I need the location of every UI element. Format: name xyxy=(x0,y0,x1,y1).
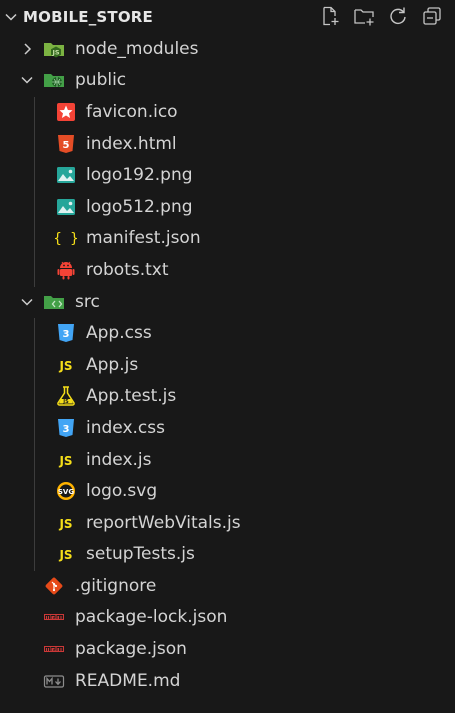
refresh-icon[interactable] xyxy=(387,5,409,27)
tree-item-label: setupTests.js xyxy=(86,544,195,565)
node-folder-icon: JS xyxy=(43,38,65,60)
tree-file-app-css[interactable]: 3 App.css xyxy=(0,317,455,349)
tree-file-logo192[interactable]: logo192.png xyxy=(0,159,455,191)
image-icon xyxy=(55,196,77,218)
js-icon: JS xyxy=(55,543,77,565)
test-js-icon: JS xyxy=(55,385,77,407)
new-file-icon[interactable] xyxy=(319,5,341,27)
explorer-actions xyxy=(319,5,443,27)
tree-file-logo512[interactable]: logo512.png xyxy=(0,191,455,223)
tree-file-favicon[interactable]: favicon.ico xyxy=(0,96,455,128)
svg-icon: SVG xyxy=(55,480,77,502)
tree-item-label: App.js xyxy=(86,354,139,375)
tree-file-index-js[interactable]: JS index.js xyxy=(0,444,455,476)
tree-file-manifest[interactable]: { } manifest.json xyxy=(0,223,455,255)
src-folder-icon xyxy=(43,291,65,313)
markdown-icon xyxy=(43,670,65,692)
tree-folder-node-modules[interactable]: JS node_modules xyxy=(0,33,455,65)
tree-file-readme[interactable]: README.md xyxy=(0,665,455,697)
css-icon: 3 xyxy=(55,322,77,344)
tree-folder-public[interactable]: public xyxy=(0,65,455,97)
favicon-icon xyxy=(55,101,77,123)
file-tree: JS node_modules public favicon.ico 5 ind… xyxy=(0,33,455,696)
new-folder-icon[interactable] xyxy=(353,5,375,27)
tree-item-label: logo512.png xyxy=(86,196,193,217)
git-icon xyxy=(43,575,65,597)
tree-item-label: src xyxy=(75,291,100,312)
svg-text:JS: JS xyxy=(58,517,72,531)
tree-item-label: logo192.png xyxy=(86,165,193,186)
tree-item-label: robots.txt xyxy=(86,259,169,280)
svg-text:3: 3 xyxy=(63,424,70,435)
tree-item-label: logo.svg xyxy=(86,481,158,502)
collapse-all-icon[interactable] xyxy=(421,5,443,27)
svg-text:JS: JS xyxy=(62,399,69,405)
file-explorer: MOBILE_STORE JS node_modules public favi… xyxy=(0,0,455,713)
css-icon: 3 xyxy=(55,417,77,439)
workspace-title: MOBILE_STORE xyxy=(23,8,153,26)
tree-file-logo-svg[interactable]: SVG logo.svg xyxy=(0,475,455,507)
tree-item-label: favicon.ico xyxy=(86,101,178,122)
js-icon: JS xyxy=(55,354,77,376)
tree-file-robots[interactable]: robots.txt xyxy=(0,254,455,286)
tree-item-label: manifest.json xyxy=(86,228,201,249)
tree-item-label: reportWebVitals.js xyxy=(86,512,241,533)
svg-text:5: 5 xyxy=(63,140,70,151)
tree-item-label: README.md xyxy=(75,670,181,691)
tree-item-label: public xyxy=(75,70,127,91)
tree-item-label: App.css xyxy=(86,323,152,344)
tree-file-setup-tests[interactable]: JS setupTests.js xyxy=(0,539,455,571)
tree-item-label: index.js xyxy=(86,449,152,470)
js-icon: JS xyxy=(55,449,77,471)
tree-item-label: node_modules xyxy=(75,38,199,59)
tree-folder-src[interactable]: src xyxy=(0,286,455,318)
svg-text:JS: JS xyxy=(58,548,72,562)
svg-text:JS: JS xyxy=(58,454,72,468)
svg-text:{ }: { } xyxy=(55,231,77,247)
tree-item-label: package-lock.json xyxy=(75,607,228,628)
chevron-down-icon[interactable] xyxy=(19,294,35,310)
tree-file-gitignore[interactable]: .gitignore xyxy=(0,570,455,602)
tree-file-package-json[interactable]: package.json xyxy=(0,633,455,665)
chevron-down-icon[interactable] xyxy=(3,9,19,25)
robots-icon xyxy=(55,259,77,281)
html-icon: 5 xyxy=(55,133,77,155)
svg-text:SVG: SVG xyxy=(58,488,74,496)
tree-item-label: .gitignore xyxy=(75,575,157,596)
public-folder-icon xyxy=(43,69,65,91)
svg-text:3: 3 xyxy=(63,329,70,340)
js-icon: JS xyxy=(55,512,77,534)
tree-item-label: index.css xyxy=(86,417,165,438)
npm-icon xyxy=(43,638,65,660)
svg-text:JS: JS xyxy=(58,359,72,373)
image-icon xyxy=(55,164,77,186)
npm-icon xyxy=(43,606,65,628)
explorer-header[interactable]: MOBILE_STORE xyxy=(0,0,455,34)
svg-text:JS: JS xyxy=(51,48,59,56)
tree-file-package-lock[interactable]: package-lock.json xyxy=(0,602,455,634)
tree-item-label: package.json xyxy=(75,639,187,660)
json-icon: { } xyxy=(55,227,77,249)
tree-item-label: App.test.js xyxy=(86,386,177,407)
tree-item-label: index.html xyxy=(86,133,177,154)
tree-file-app-js[interactable]: JS App.js xyxy=(0,349,455,381)
tree-file-index-html[interactable]: 5 index.html xyxy=(0,128,455,160)
chevron-right-icon[interactable] xyxy=(19,41,35,57)
tree-file-report-web-vitals[interactable]: JS reportWebVitals.js xyxy=(0,507,455,539)
chevron-down-icon[interactable] xyxy=(19,72,35,88)
tree-file-index-css[interactable]: 3 index.css xyxy=(0,412,455,444)
tree-file-app-test-js[interactable]: JS App.test.js xyxy=(0,381,455,413)
